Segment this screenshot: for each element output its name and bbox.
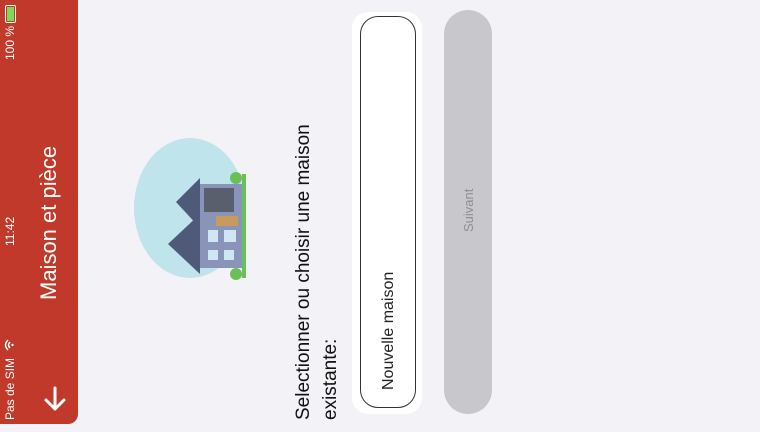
battery-icon xyxy=(5,4,17,23)
select-house-prompt: Selectionner ou choisir une maison exist… xyxy=(293,124,341,420)
status-carrier: Pas de SIM xyxy=(3,339,17,420)
header-bar: Pas de SIM 11:42 100 % Maison et pièce xyxy=(0,0,78,424)
arrow-down-icon[interactable] xyxy=(40,384,70,414)
status-time: 11:42 xyxy=(3,216,17,246)
new-house-label: Nouvelle maison xyxy=(380,271,397,390)
page-title: Maison et pièce xyxy=(36,145,61,300)
next-button-label: Suivant xyxy=(461,188,476,232)
wifi-icon xyxy=(3,339,17,351)
house-illustration xyxy=(128,128,252,288)
status-battery: 100 % xyxy=(3,4,17,60)
